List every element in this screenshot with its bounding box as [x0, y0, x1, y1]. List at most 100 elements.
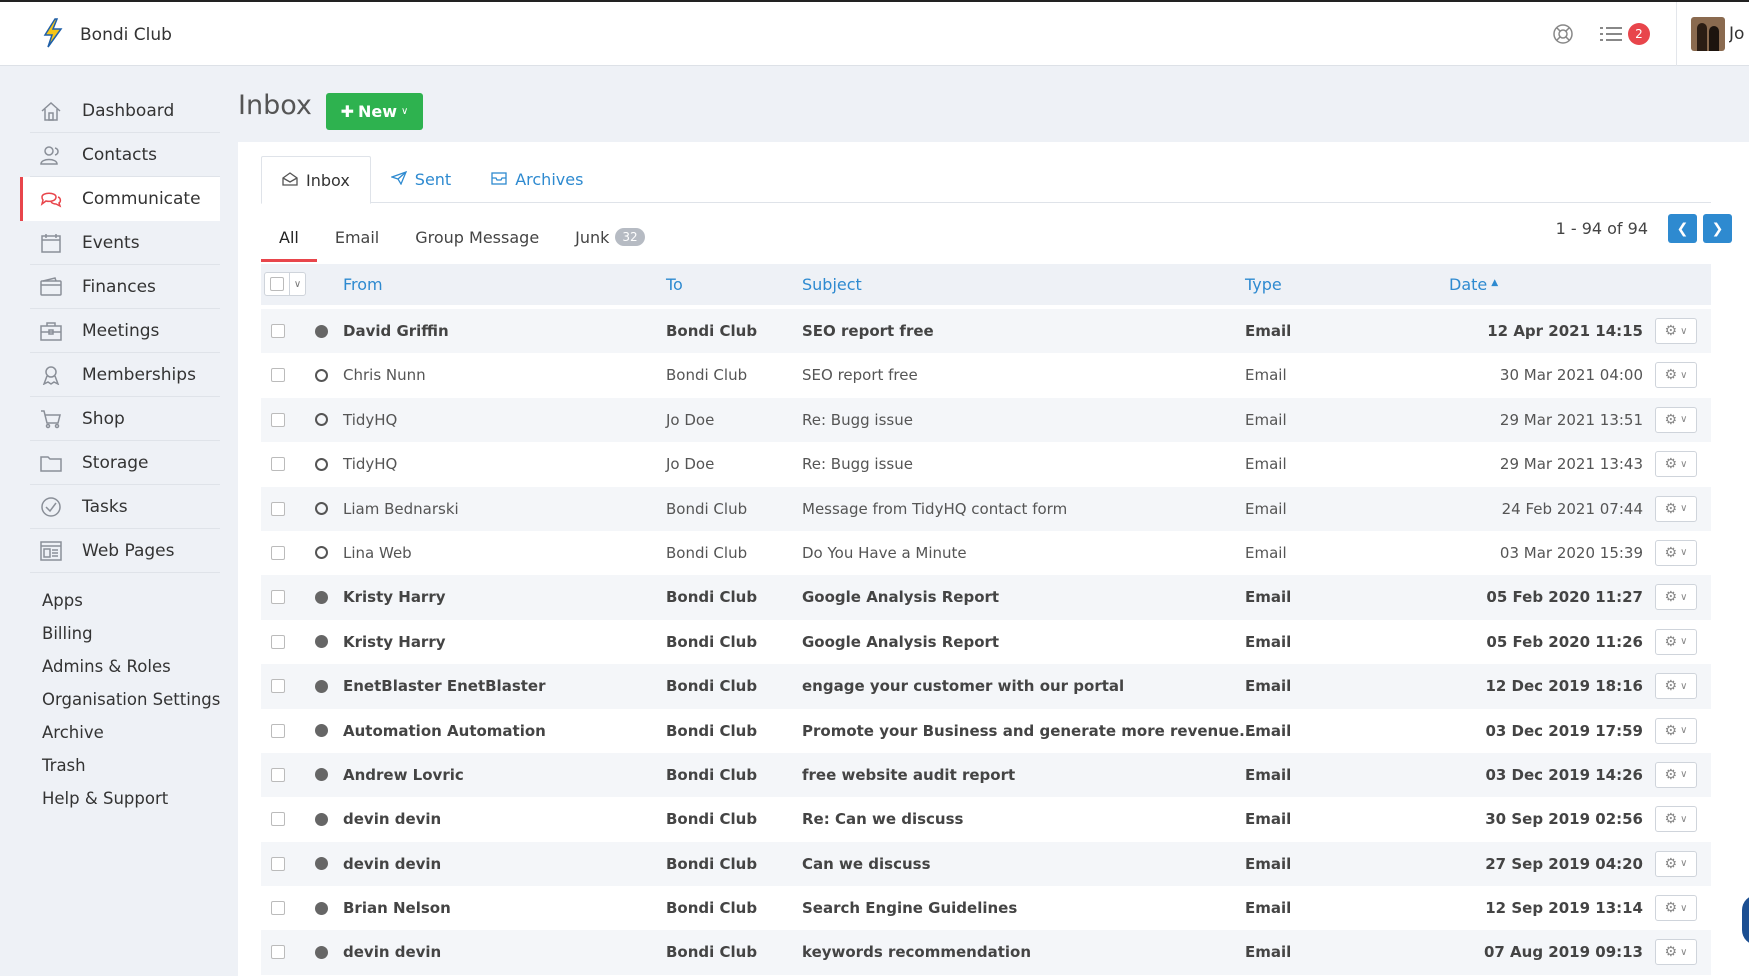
filter-all[interactable]: All [261, 220, 317, 262]
row-checkbox[interactable] [271, 723, 285, 738]
cell-from[interactable]: Liam Bednarski [343, 487, 459, 531]
row-actions-button[interactable]: ⚙ ∨ [1655, 806, 1697, 833]
table-row[interactable]: devin devin Bondi Club Can we discuss Email… [261, 841, 1711, 887]
column-to[interactable]: To [666, 264, 683, 305]
sidebar-item-web-pages[interactable]: Web Pages [30, 529, 220, 573]
column-date[interactable]: Date ▲ [1449, 264, 1498, 305]
row-checkbox[interactable] [271, 545, 285, 560]
tab-sent[interactable]: Sent [371, 156, 471, 203]
cell-from[interactable]: Automation Automation [343, 709, 546, 753]
filter-email[interactable]: Email [317, 220, 397, 262]
row-actions-button[interactable]: ⚙ ∨ [1655, 850, 1697, 877]
read-status-icon[interactable] [315, 857, 328, 871]
link-admins-roles[interactable]: Admins & Roles [42, 650, 220, 683]
filter-junk[interactable]: Junk 32 [557, 220, 663, 262]
read-status-icon[interactable] [315, 768, 328, 782]
task-list-icon[interactable] [1596, 19, 1626, 49]
user-name[interactable]: Jo [1729, 24, 1749, 44]
row-actions-button[interactable]: ⚙ ∨ [1655, 362, 1697, 389]
table-row[interactable]: Liam Bednarski Bondi Club Message from Tid… [261, 486, 1711, 531]
sidebar-item-finances[interactable]: Finances [30, 265, 220, 309]
column-type[interactable]: Type [1245, 264, 1282, 305]
read-status-icon[interactable] [315, 812, 328, 826]
row-actions-button[interactable]: ⚙ ∨ [1655, 539, 1697, 566]
link-archive[interactable]: Archive [42, 716, 220, 749]
table-row[interactable]: Kristy Harry Bondi Club Google Analysis Re… [261, 575, 1711, 620]
cell-from[interactable]: TidyHQ [343, 442, 397, 486]
prev-page-button[interactable]: ❮ [1668, 214, 1697, 243]
cell-subject[interactable]: keywords recommendation [802, 930, 1031, 974]
row-actions-button[interactable]: ⚙ ∨ [1655, 584, 1697, 611]
table-row[interactable]: David Griffin Bondi Club SEO report free Em… [261, 309, 1711, 354]
table-row[interactable]: Kristy Harry Bondi Club Google Analysis Re… [261, 620, 1711, 664]
help-lifebuoy-icon[interactable] [1548, 19, 1578, 49]
row-checkbox[interactable] [271, 812, 285, 827]
chevron-down-icon[interactable]: ∨ [289, 273, 305, 295]
table-row[interactable]: EnetBlaster EnetBlaster Bondi Club engage … [261, 664, 1711, 709]
read-status-icon[interactable] [315, 590, 328, 604]
cell-from[interactable]: Chris Nunn [343, 353, 426, 397]
sidebar-item-shop[interactable]: Shop [30, 397, 220, 441]
table-row[interactable]: Automation Automation Bondi Club Promote y… [261, 709, 1711, 753]
read-status-icon[interactable] [315, 901, 328, 915]
row-actions-button[interactable]: ⚙ ∨ [1655, 895, 1697, 922]
row-checkbox[interactable] [271, 679, 285, 694]
row-actions-button[interactable]: ⚙ ∨ [1655, 939, 1697, 966]
cell-from[interactable]: Kristy Harry [343, 575, 446, 619]
read-status-icon[interactable] [315, 635, 328, 649]
cell-subject[interactable]: Re: Bugg issue [802, 442, 913, 486]
link-trash[interactable]: Trash [42, 749, 220, 782]
row-checkbox[interactable] [271, 901, 285, 916]
cell-subject[interactable]: Google Analysis Report [802, 620, 999, 664]
sidebar-item-meetings[interactable]: Meetings [30, 309, 220, 353]
row-checkbox[interactable] [271, 590, 285, 605]
cell-subject[interactable]: free website audit report [802, 753, 1015, 797]
notification-badge[interactable]: 2 [1628, 23, 1650, 45]
cell-from[interactable]: Andrew Lovric [343, 753, 464, 797]
cell-from[interactable]: Brian Nelson [343, 886, 451, 930]
read-status-icon[interactable] [315, 679, 328, 693]
cell-subject[interactable]: SEO report free [802, 309, 934, 353]
row-actions-button[interactable]: ⚙ ∨ [1655, 451, 1697, 478]
column-subject[interactable]: Subject [802, 264, 862, 305]
row-actions-button[interactable]: ⚙ ∨ [1655, 495, 1697, 522]
row-actions-button[interactable]: ⚙ ∨ [1655, 673, 1697, 700]
table-row[interactable]: TidyHQ Jo Doe Re: Bugg issue Email 29 Mar 20… [261, 397, 1711, 443]
read-status-icon[interactable] [315, 457, 328, 471]
row-checkbox[interactable] [271, 945, 285, 960]
row-actions-button[interactable]: ⚙ ∨ [1655, 406, 1697, 433]
sidebar-item-dashboard[interactable]: Dashboard [30, 89, 220, 133]
sidebar-item-tasks[interactable]: Tasks [30, 485, 220, 529]
new-button[interactable]: ✚ New ∨ [326, 93, 423, 130]
cell-from[interactable]: devin devin [343, 797, 441, 841]
row-checkbox[interactable] [271, 767, 285, 782]
cell-subject[interactable]: Search Engine Guidelines [802, 886, 1017, 930]
tab-archives[interactable]: Archives [471, 156, 603, 203]
avatar[interactable] [1691, 17, 1725, 51]
select-all-checkbox[interactable] [270, 277, 284, 291]
row-checkbox[interactable] [271, 368, 285, 383]
row-checkbox[interactable] [271, 412, 285, 427]
cell-subject[interactable]: engage your customer with our portal [802, 664, 1124, 708]
cell-from[interactable]: devin devin [343, 842, 441, 886]
table-row[interactable]: devin devin Bondi Club keywords recommenda… [261, 930, 1711, 975]
read-status-icon[interactable] [315, 945, 328, 959]
read-status-icon[interactable] [315, 368, 328, 382]
link-billing[interactable]: Billing [42, 617, 220, 650]
sidebar-item-events[interactable]: Events [30, 221, 220, 265]
next-page-button[interactable]: ❯ [1703, 214, 1732, 243]
row-actions-button[interactable]: ⚙ ∨ [1655, 318, 1697, 344]
cell-subject[interactable]: Message from TidyHQ contact form [802, 487, 1067, 531]
table-row[interactable]: Lina Web Bondi Club Do You Have a Minute Em… [261, 531, 1711, 575]
row-checkbox[interactable] [271, 324, 285, 338]
sidebar-item-memberships[interactable]: Memberships [30, 353, 220, 397]
cell-subject[interactable]: Google Analysis Report [802, 575, 999, 619]
read-status-icon[interactable] [315, 724, 328, 738]
sidebar-item-communicate[interactable]: Communicate [20, 177, 220, 221]
row-checkbox[interactable] [271, 501, 285, 516]
cell-from[interactable]: TidyHQ [343, 398, 397, 442]
chat-support-bubble[interactable] [1742, 895, 1749, 945]
table-row[interactable]: TidyHQ Jo Doe Re: Bugg issue Email 29 Mar 20… [261, 442, 1711, 486]
tab-inbox[interactable]: Inbox [261, 156, 371, 204]
table-row[interactable]: Chris Nunn Bondi Club SEO report free Email… [261, 353, 1711, 397]
